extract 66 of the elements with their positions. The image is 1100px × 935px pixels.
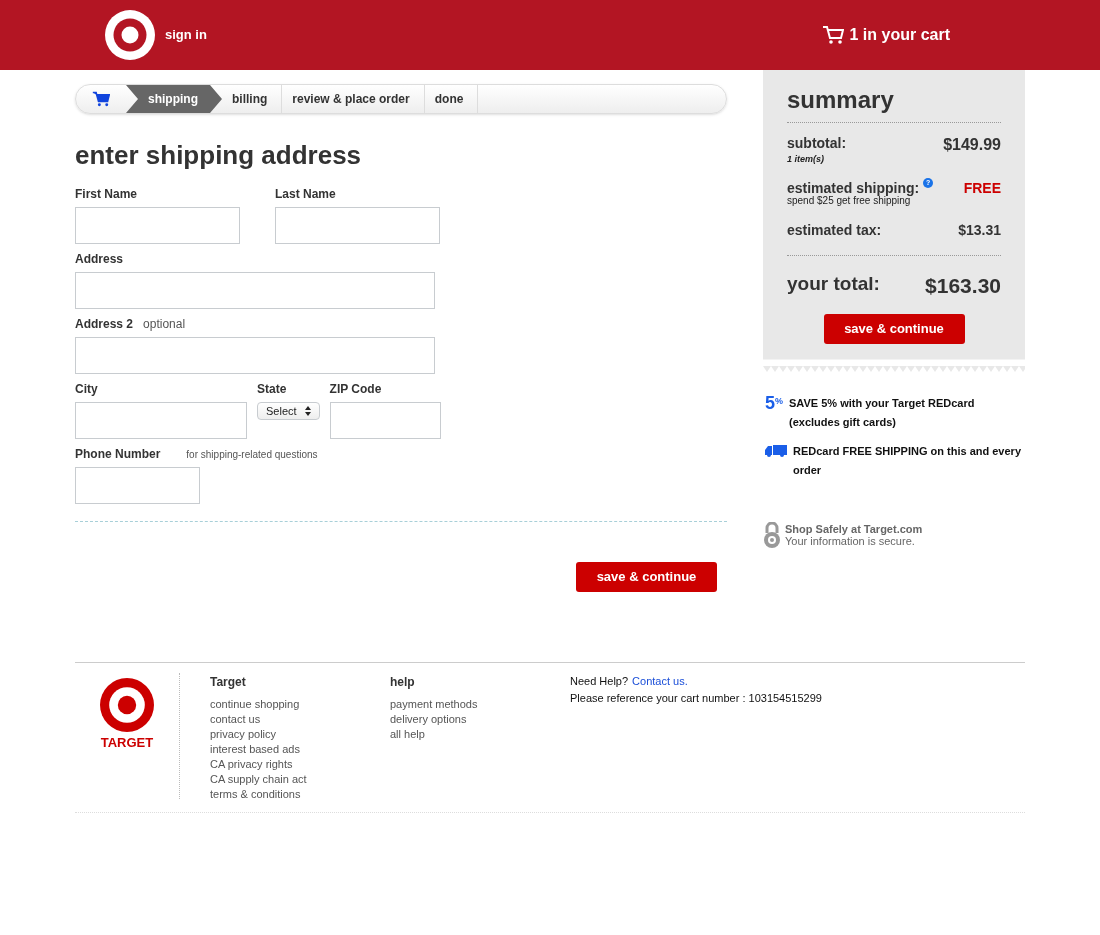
footer-link[interactable]: interest based ads: [210, 742, 390, 757]
summary-title: summary: [787, 82, 1001, 123]
field-label: Address: [75, 251, 124, 268]
input-field[interactable]: [329, 402, 441, 439]
footer-link[interactable]: continue shopping: [210, 697, 390, 712]
footer-link[interactable]: terms & conditions: [210, 787, 390, 802]
footer-link[interactable]: all help: [390, 727, 570, 742]
footer-link[interactable]: CA privacy rights: [210, 757, 390, 772]
cart-icon: [92, 90, 110, 108]
cart-link[interactable]: 1 in your cart: [821, 23, 950, 47]
input-field[interactable]: [75, 467, 200, 504]
input-field[interactable]: [75, 337, 435, 374]
summary-value: $163.30: [925, 273, 1001, 299]
summary-note: 1 item(s): [787, 154, 825, 164]
field-label: Last Name: [275, 186, 336, 203]
step-tab[interactable]: done: [424, 85, 479, 113]
footer-link[interactable]: CA supply chain act: [210, 772, 390, 787]
save-continue-button[interactable]: save & continue: [576, 562, 717, 592]
step-tab[interactable]: billing: [222, 85, 283, 113]
secure-title: Shop Safely at Target.com: [785, 522, 923, 535]
summary-label: your total:: [787, 272, 880, 296]
contact-link[interactable]: Contact us.: [632, 673, 688, 690]
field-label: ZIP Code: [329, 381, 382, 398]
padlock-icon: [763, 521, 781, 548]
save-continue-button[interactable]: save & continue: [823, 313, 965, 344]
promo-text: SAVE 5% with your Target REDcard (excludes gift cards): [789, 395, 976, 430]
bullseye-logo-icon: [100, 678, 154, 732]
footer-heading: help: [390, 674, 416, 691]
state-select[interactable]: Select: [257, 402, 320, 420]
field-label: State: [257, 381, 287, 398]
input-field[interactable]: [75, 402, 247, 439]
footer-link[interactable]: delivery options: [390, 712, 570, 727]
field-label: First Name: [75, 186, 138, 203]
summary-value: FREE: [963, 179, 1001, 198]
footer-link[interactable]: privacy policy: [210, 727, 390, 742]
summary-value: $149.99: [943, 135, 1001, 155]
input-field[interactable]: [75, 207, 240, 244]
cart-reference: Please reference your cart number : 103154515299: [570, 691, 822, 706]
footer-link[interactable]: payment methods: [390, 697, 570, 712]
summary-label: estimated shipping:: [787, 179, 920, 197]
updown-icon: [304, 406, 311, 416]
step-tab[interactable]: shipping: [126, 85, 222, 113]
summary-label: subtotal:: [787, 134, 847, 153]
summary-value: $13.31: [958, 221, 1001, 240]
bullseye-logo-icon: [105, 10, 155, 60]
truck-icon: [765, 444, 787, 457]
summary-label: estimated tax:: [787, 221, 882, 240]
page-title: enter shipping address: [75, 139, 363, 172]
summary-note: spend $25 get free shipping: [787, 196, 911, 206]
footer-heading: Target: [210, 674, 247, 691]
help-label: Need Help?: [570, 674, 629, 689]
step-tab[interactable]: review & place order: [282, 85, 425, 113]
sign-in-link[interactable]: sign in: [165, 25, 207, 45]
field-label: Address 2: [75, 316, 134, 333]
percent-label: 5$^{%}$: [765, 393, 784, 412]
secure-text: Your information is secure.: [785, 534, 915, 547]
promo-text: REDcard FREE SHIPPING on this and every order: [793, 443, 1022, 478]
footer-link[interactable]: contact us: [210, 712, 390, 727]
field-note: optional: [143, 316, 186, 333]
brand-name: TARGET: [100, 735, 154, 751]
cart-icon: [821, 25, 844, 45]
input-field[interactable]: [75, 272, 435, 309]
field-label: Phone Number: [75, 446, 161, 463]
input-field[interactable]: [275, 207, 440, 244]
field-note: for shipping-related questions: [186, 448, 318, 462]
field-label: City: [75, 381, 98, 398]
